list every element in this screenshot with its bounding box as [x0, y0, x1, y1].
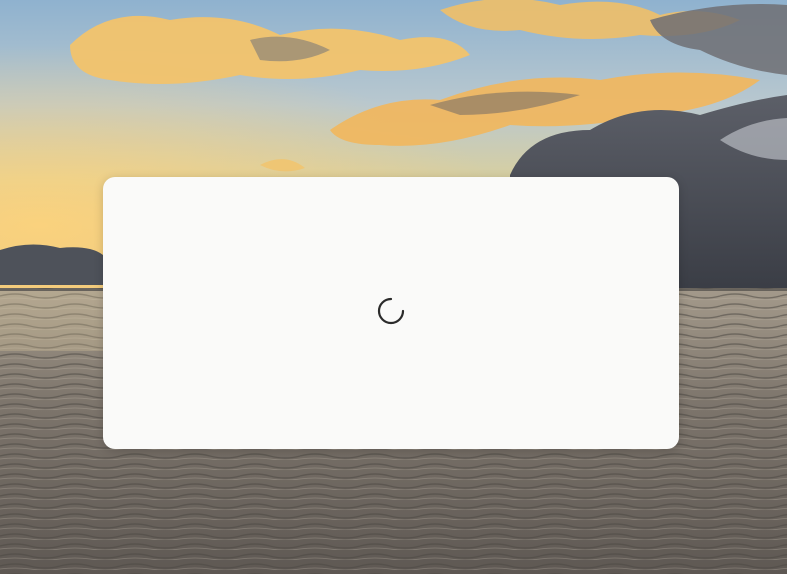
- loading-spinner-icon: [376, 296, 406, 326]
- loading-dialog: [103, 177, 679, 449]
